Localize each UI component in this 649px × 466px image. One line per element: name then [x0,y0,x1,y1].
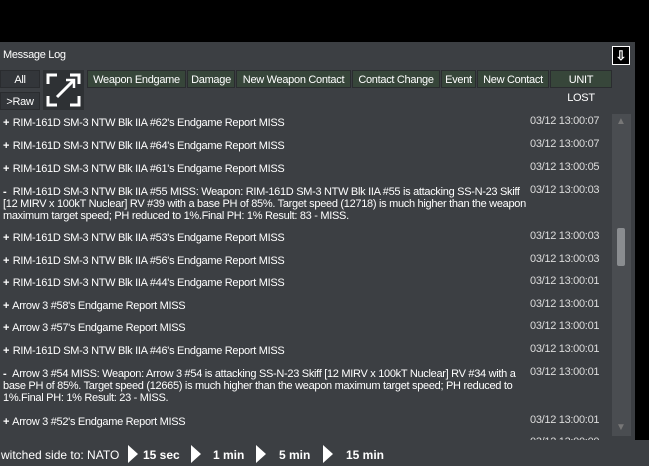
log-text: RIM-161D SM-3 NTW Blk IIA #55 MISS: Weap… [3,186,526,222]
filter-new-contact[interactable]: New Contact [477,70,549,88]
scrollbar-thumb[interactable] [617,228,625,266]
raw-button[interactable]: >Raw [0,92,40,110]
expand-entry-icon[interactable]: + [3,117,10,129]
log-text: RIM-161D SM-3 NTW Blk IIA #44's Endgame … [12,277,285,289]
message-list: + RIM-161D SM-3 NTW Blk IIA #62's Endgam… [0,114,612,440]
log-timestamp: 03/12 13:00:01 [530,414,600,426]
speed-5-min[interactable]: 5 min [279,448,310,462]
log-timestamp: 03/12 13:00:07 [530,138,600,150]
log-timestamp: 03/12 13:00:03 [530,184,600,196]
collapse-icon[interactable]: - [3,368,10,380]
expand-entry-icon[interactable]: + [3,140,10,152]
speed-15-sec[interactable]: 15 sec [143,448,180,462]
log-message: + Arrow 3 #57's Endgame Report MISS [3,322,528,334]
message-log-panel: Message Log ⇩ All >Raw Weapon Endgame Da… [0,42,635,440]
filter-event[interactable]: Event [441,70,476,88]
collapse-icon[interactable]: - [3,186,10,198]
log-timestamp: 03/12 13:00:03 [530,253,600,265]
play-icon[interactable] [323,445,333,463]
log-timestamp: 03/12 13:00:01 [530,298,600,310]
speed-15-min[interactable]: 15 min [346,448,384,462]
log-message: + RIM-161D SM-3 NTW Blk IIA #53's Endgam… [3,232,528,244]
expand-entry-icon[interactable]: + [3,163,10,175]
play-icon[interactable] [191,445,201,463]
status-text: witched side to: NATO [1,448,120,462]
filter-damage[interactable]: Damage [187,70,235,88]
expand-entry-icon[interactable]: + [3,232,10,244]
expand-entry-icon[interactable]: + [3,345,10,357]
log-message: + Arrow 3 #58's Endgame Report MISS [3,300,528,312]
arrow-down-icon[interactable]: ⇩ [612,46,630,65]
log-message: + RIM-161D SM-3 NTW Blk IIA #56's Endgam… [3,255,528,267]
log-message: + RIM-161D SM-3 NTW Blk IIA #46's Endgam… [3,345,528,357]
expand-entry-icon[interactable]: + [3,416,10,428]
expand-entry-icon[interactable]: + [3,322,10,334]
log-message: + RIM-161D SM-3 NTW Blk IIA #64's Endgam… [3,140,528,152]
expand-entry-icon[interactable]: + [3,277,10,289]
log-message: + Arrow 3 #52's Endgame Report MISS [3,416,528,428]
log-text: RIM-161D SM-3 NTW Blk IIA #46's Endgame … [12,345,285,357]
log-text: RIM-161D SM-3 NTW Blk IIA #61's Endgame … [12,163,285,175]
log-timestamp: 03/12 13:00:07 [530,115,600,127]
play-icon[interactable] [128,445,138,463]
log-timestamp: 03/12 13:00:01 [530,343,600,355]
filter-new-weapon-contact[interactable]: New Weapon Contact [236,70,351,88]
expand-entry-icon[interactable]: + [3,255,10,267]
log-text: Arrow 3 #54 MISS: Weapon: Arrow 3 #54 is… [3,368,516,404]
scroll-down-icon[interactable]: ▼ [616,422,626,433]
log-timestamp: 03/12 13:00:01 [530,366,600,378]
log-text: Arrow 3 #58's Endgame Report MISS [12,300,186,312]
speed-1-min[interactable]: 1 min [213,448,244,462]
log-message: - RIM-161D SM-3 NTW Blk IIA #55 MISS: We… [3,186,528,222]
status-bar: witched side to: NATO 15 sec 1 min 5 min… [0,440,649,466]
filter-all-button[interactable]: All [0,70,40,88]
log-timestamp: 03/12 13:00:05 [530,161,600,173]
log-message: + RIM-161D SM-3 NTW Blk IIA #44's Endgam… [3,277,528,289]
log-text: RIM-161D SM-3 NTW Blk IIA #64's Endgame … [12,140,285,152]
log-timestamp: 03/12 13:00:01 [530,320,600,332]
panel-title: Message Log [3,49,66,61]
scroll-up-icon[interactable]: ▲ [616,116,626,127]
log-message: + RIM-161D SM-3 NTW Blk IIA #62's Endgam… [3,117,528,129]
log-text: Arrow 3 #57's Endgame Report MISS [12,322,186,334]
log-message: + RIM-161D SM-3 NTW Blk IIA #61's Endgam… [3,163,528,175]
scrollbar[interactable]: ▲ ▼ [612,114,631,436]
expand-icon[interactable] [43,70,84,110]
log-timestamp: 03/12 13:00:01 [530,275,600,287]
filter-contact-change[interactable]: Contact Change [352,70,440,88]
log-text: RIM-161D SM-3 NTW Blk IIA #53's Endgame … [12,232,285,244]
log-text: RIM-161D SM-3 NTW Blk IIA #56's Endgame … [12,255,285,267]
filter-unit-lost[interactable]: UNIT LOST [550,70,612,104]
log-text: Arrow 3 #52's Endgame Report MISS [12,416,186,428]
play-icon[interactable] [256,445,266,463]
log-text: RIM-161D SM-3 NTW Blk IIA #62's Endgame … [12,117,285,129]
log-message: - Arrow 3 #54 MISS: Weapon: Arrow 3 #54 … [3,368,528,404]
filter-weapon-endgame[interactable]: Weapon Endgame [87,70,186,88]
expand-entry-icon[interactable]: + [3,300,10,312]
log-timestamp: 03/12 13:00:03 [530,230,600,242]
